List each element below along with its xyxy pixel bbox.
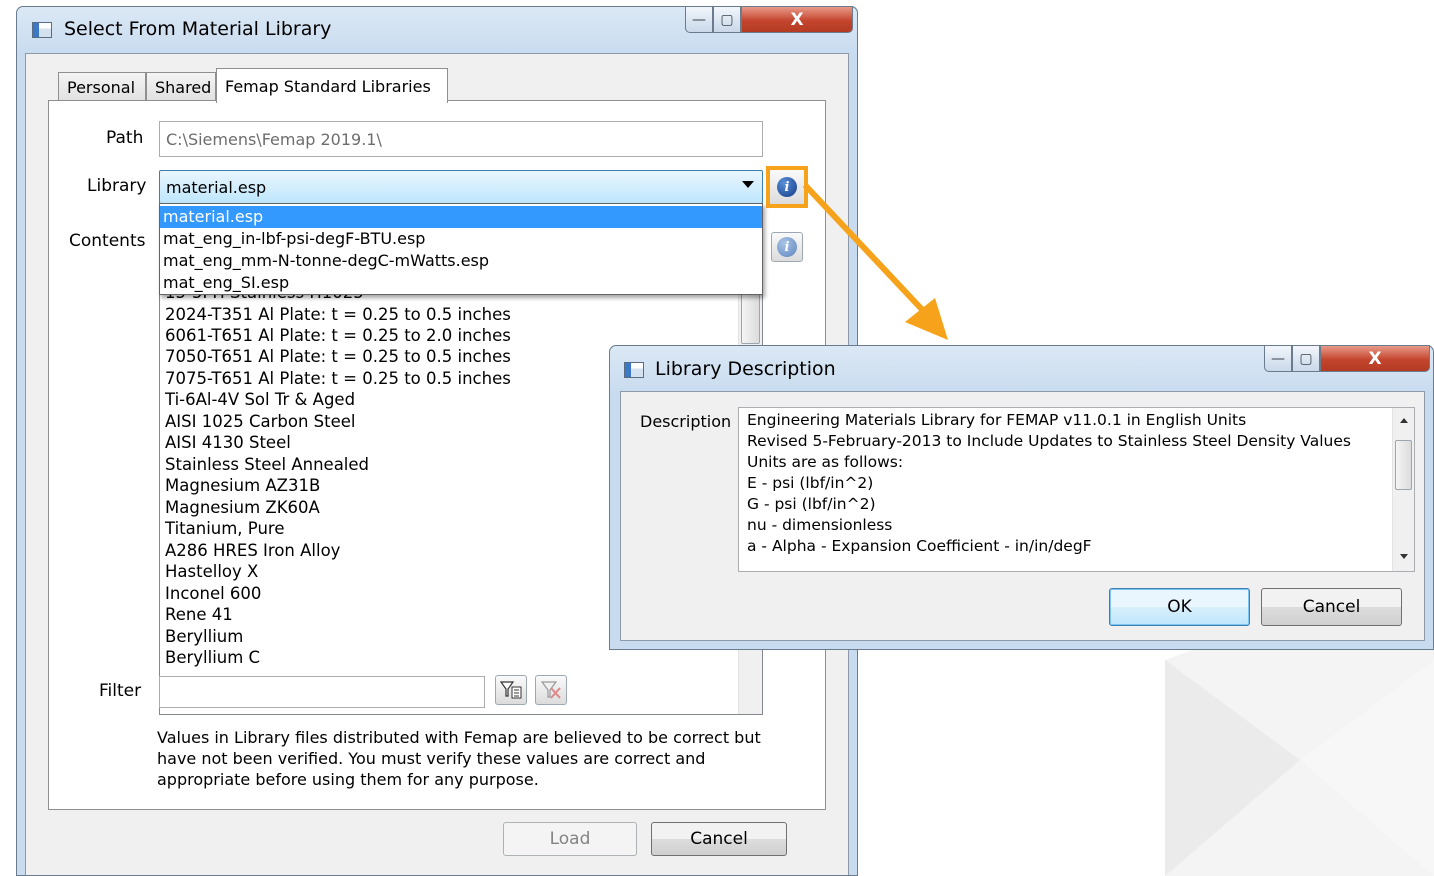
list-item[interactable]: Hastelloy X (165, 561, 258, 582)
list-item[interactable]: Magnesium ZK60A (165, 497, 320, 518)
disclaimer-note: Values in Library files distributed with… (157, 727, 761, 790)
apply-filter-button[interactable] (495, 675, 527, 705)
list-item[interactable]: 6061-T651 Al Plate: t = 0.25 to 2.0 inch… (165, 325, 511, 346)
dropdown-option[interactable]: material.esp (160, 206, 762, 228)
library-selected-value: material.esp (166, 177, 267, 197)
list-item[interactable]: AISI 4130 Steel (165, 432, 291, 453)
close-icon: X (1368, 348, 1382, 369)
note-line: have not been verified. You must verify … (157, 749, 706, 768)
list-item[interactable]: Titanium, Pure (165, 518, 285, 539)
description-line: a - Alpha - Expansion Coefficient - in/i… (747, 537, 1092, 555)
dropdown-option[interactable]: mat_eng_SI.esp (160, 272, 762, 294)
info-icon: i (777, 177, 797, 197)
contents-info-button[interactable]: i (771, 232, 803, 262)
list-item[interactable]: AISI 1025 Carbon Steel (165, 411, 356, 432)
list-item[interactable]: Beryllium (165, 626, 243, 647)
close-button[interactable]: X (1320, 345, 1430, 372)
note-line: Values in Library files distributed with… (157, 728, 761, 747)
note-line: appropriate before using them for any pu… (157, 770, 539, 789)
minimize-icon: — (1271, 350, 1285, 367)
maximize-button[interactable]: ▢ (713, 6, 741, 33)
dropdown-option[interactable]: mat_eng_mm-N-tonne-degC-mWatts.esp (160, 250, 762, 272)
dialog-client-area: Description Engineering Materials Librar… (620, 391, 1425, 641)
minimize-button[interactable]: — (1264, 345, 1292, 372)
scrollbar-thumb[interactable] (1395, 440, 1412, 490)
title-bar: Select From Material Library — ▢ X (17, 6, 857, 53)
filter-icon (500, 681, 522, 699)
close-icon: X (790, 9, 804, 30)
description-label: Description (640, 412, 732, 431)
chevron-down-icon (742, 181, 754, 188)
minimize-button[interactable]: — (685, 6, 713, 33)
window-icon (624, 362, 644, 378)
library-info-button[interactable]: i (766, 166, 808, 208)
scroll-up-icon (1400, 418, 1408, 423)
list-item[interactable]: 7075-T651 Al Plate: t = 0.25 to 0.5 inch… (165, 368, 511, 389)
dropdown-option[interactable]: mat_eng_in-lbf-psi-degF-BTU.esp (160, 228, 762, 250)
path-label: Path (106, 128, 144, 148)
description-line: G - psi (lbf/in^2) (747, 495, 876, 513)
path-field[interactable]: C:\Siemens\Femap 2019.1\ (159, 121, 763, 157)
list-item[interactable]: 7050-T651 Al Plate: t = 0.25 to 0.5 inch… (165, 346, 511, 367)
dialog-title: Library Description (655, 358, 836, 380)
clear-filter-button[interactable] (535, 675, 567, 705)
info-icon: i (777, 237, 797, 257)
contents-label: Contents (69, 231, 146, 251)
tab-label: Shared (155, 78, 212, 97)
filter-label: Filter (99, 681, 142, 701)
library-description-dialog: Library Description — ▢ X Description En… (609, 345, 1434, 650)
dialog-title: Select From Material Library (64, 18, 332, 40)
ok-button[interactable]: OK (1109, 588, 1250, 626)
tab-label: Femap Standard Libraries (225, 76, 431, 96)
library-label: Library (87, 176, 147, 196)
list-item[interactable]: Beryllium C (165, 647, 260, 668)
description-scrollbar[interactable] (1392, 408, 1414, 571)
filter-input[interactable] (159, 676, 485, 708)
list-item[interactable]: Ti-6Al-4V Sol Tr & Aged (165, 389, 355, 410)
tab-femap-standard-libraries[interactable]: Femap Standard Libraries (216, 68, 448, 103)
tab-label: Personal (67, 78, 136, 97)
list-item[interactable]: 2024-T351 Al Plate: t = 0.25 to 0.5 inch… (165, 304, 511, 325)
list-item[interactable]: Inconel 600 (165, 583, 261, 604)
list-item[interactable]: A286 HRES Iron Alloy (165, 540, 340, 561)
maximize-icon: ▢ (720, 11, 734, 28)
library-combobox[interactable]: material.esp (159, 170, 763, 204)
scroll-down-icon (1400, 554, 1408, 559)
library-dropdown-list: material.esp mat_eng_in-lbf-psi-degF-BTU… (159, 203, 763, 295)
description-line: Engineering Materials Library for FEMAP … (747, 411, 1247, 429)
description-line: nu - dimensionless (747, 516, 893, 534)
description-text[interactable]: Engineering Materials Library for FEMAP … (738, 407, 1415, 572)
list-item[interactable]: Magnesium AZ31B (165, 475, 320, 496)
description-line: Revised 5-February-2013 to Include Updat… (747, 432, 1351, 450)
title-bar: Library Description — ▢ X (610, 345, 1433, 392)
maximize-button[interactable]: ▢ (1292, 345, 1320, 372)
cancel-button[interactable]: Cancel (1261, 588, 1402, 626)
load-button[interactable]: Load (503, 822, 637, 856)
list-item[interactable]: Rene 41 (165, 604, 233, 625)
maximize-icon: ▢ (1299, 350, 1313, 367)
cancel-button[interactable]: Cancel (651, 822, 787, 856)
minimize-icon: — (692, 11, 706, 28)
list-item[interactable]: Stainless Steel Annealed (165, 454, 369, 475)
description-line: E - psi (lbf/in^2) (747, 474, 874, 492)
close-button[interactable]: X (741, 6, 853, 33)
tab-shared[interactable]: Shared (146, 72, 216, 102)
window-icon (32, 22, 52, 38)
description-line: Units are as follows: (747, 453, 904, 471)
tab-personal[interactable]: Personal (58, 72, 146, 102)
clear-filter-icon (540, 681, 561, 699)
